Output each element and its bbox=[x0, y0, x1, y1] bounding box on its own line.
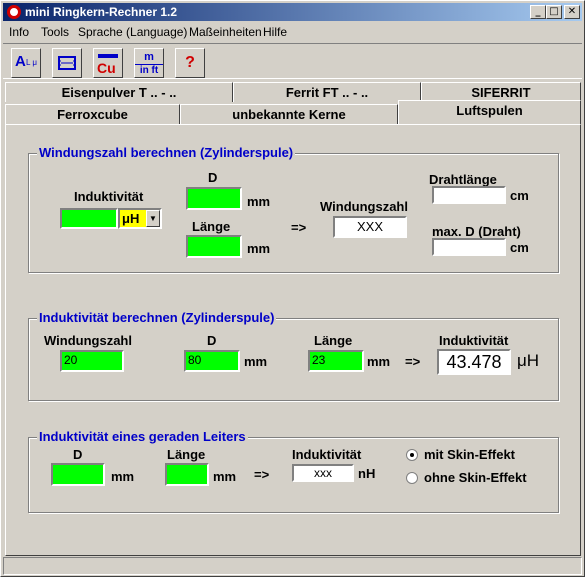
close-button[interactable]: ✕ bbox=[564, 5, 580, 19]
induct-input[interactable] bbox=[60, 208, 118, 229]
induct3-label: Induktivität bbox=[292, 447, 362, 462]
group-induktivitaet-title: Induktivität berechnen (Zylinderspule) bbox=[37, 310, 277, 325]
turns2-label: Windungszahl bbox=[44, 333, 132, 348]
induct3-output: xxx bbox=[292, 464, 354, 482]
menu-units[interactable]: Maßeinheiten bbox=[189, 25, 262, 39]
chevron-down-icon[interactable]: ▼ bbox=[146, 210, 160, 227]
tab-ferrit[interactable]: Ferrit FT .. - .. bbox=[233, 82, 421, 102]
menu-info[interactable]: Info bbox=[9, 25, 29, 39]
title-bar[interactable]: mini Ringkern-Rechner 1.2 _ □ ✕ bbox=[3, 3, 582, 21]
length-input[interactable] bbox=[186, 235, 242, 258]
length2-input[interactable]: 23 bbox=[308, 350, 364, 372]
menu-language[interactable]: Sprache (Language) bbox=[78, 25, 187, 39]
length-unit: mm bbox=[247, 241, 271, 256]
length3-unit: mm bbox=[213, 469, 237, 484]
length2-unit: mm bbox=[367, 354, 391, 369]
tab-unbekannte-kerne[interactable]: unbekannte Kerne bbox=[180, 104, 398, 124]
d2-label: D bbox=[207, 333, 217, 348]
tab-luftspulen[interactable]: Luftspulen bbox=[398, 100, 581, 124]
d3-unit: mm bbox=[111, 469, 135, 484]
copper-bar bbox=[98, 54, 118, 58]
app-window: mini Ringkern-Rechner 1.2 _ □ ✕ Info Too… bbox=[0, 0, 585, 577]
ring-calc-sub: L μ bbox=[26, 58, 37, 67]
turns2-input[interactable]: 20 bbox=[60, 350, 124, 372]
menu-help[interactable]: Hilfe bbox=[263, 25, 287, 39]
wire-length-label: Drahtlänge bbox=[429, 172, 497, 187]
induct2-label: Induktivität bbox=[439, 333, 509, 348]
group-induktivitaet: Induktivität berechnen (Zylinderspule) W… bbox=[28, 310, 559, 401]
window-title: mini Ringkern-Rechner 1.2 bbox=[25, 5, 178, 19]
tab-row-2: Ferroxcube unbekannte Kerne Luftspulen bbox=[5, 100, 581, 124]
induct2-output: 43.478 bbox=[437, 349, 511, 375]
units-icon-top: m bbox=[144, 51, 154, 63]
length-label: Länge bbox=[192, 219, 231, 234]
radio-skin-effect-label[interactable]: mit Skin-Effekt bbox=[424, 447, 515, 462]
turns-label: Windungszahl bbox=[320, 199, 408, 214]
unit-select[interactable]: μH ▼ bbox=[118, 208, 162, 229]
induct-label: Induktivität bbox=[74, 189, 144, 204]
copper-wire-button[interactable]: Cu bbox=[93, 48, 123, 78]
d-unit: mm bbox=[247, 194, 271, 209]
arrow-label: => bbox=[291, 220, 307, 235]
d2-unit: mm bbox=[244, 354, 268, 369]
group-gerader-leiter-title: Induktivität eines geraden Leiters bbox=[37, 429, 248, 444]
d-input[interactable] bbox=[186, 187, 242, 210]
group-gerader-leiter: Induktivität eines geraden Leiters D mm … bbox=[28, 429, 559, 513]
length2-label: Länge bbox=[314, 333, 353, 348]
wire-length-output bbox=[432, 186, 506, 204]
copper-icon: Cu bbox=[97, 60, 116, 76]
d2-input[interactable]: 80 bbox=[184, 350, 240, 372]
length3-input[interactable] bbox=[165, 463, 209, 486]
status-bar bbox=[3, 557, 582, 575]
length3-label: Länge bbox=[167, 447, 206, 462]
max-d-unit: cm bbox=[510, 240, 529, 255]
max-d-label: max. D (Draht) bbox=[432, 224, 521, 239]
units-icon-bottom: in ft bbox=[135, 64, 163, 76]
maximize-button[interactable]: □ bbox=[546, 5, 562, 19]
group-windungszahl-title: Windungszahl berechnen (Zylinderspule) bbox=[37, 145, 296, 160]
radio-no-skin-effect[interactable] bbox=[406, 472, 418, 484]
d-label: D bbox=[208, 170, 218, 185]
help-button[interactable]: ? bbox=[175, 48, 205, 78]
tab-siferrit[interactable]: SIFERRIT bbox=[421, 82, 581, 102]
induct2-unit: μH bbox=[517, 351, 540, 370]
tab-eisenpulver[interactable]: Eisenpulver T .. - .. bbox=[5, 82, 233, 102]
coil-icon bbox=[58, 56, 76, 70]
arrow2-label: => bbox=[405, 354, 421, 369]
help-icon: ? bbox=[185, 54, 195, 71]
group-windungszahl: Windungszahl berechnen (Zylinderspule) I… bbox=[28, 145, 559, 273]
menu-tools[interactable]: Tools bbox=[41, 25, 69, 39]
radio-skin-effect[interactable] bbox=[406, 449, 418, 461]
units-button[interactable]: m in ft bbox=[134, 48, 164, 78]
unit-select-value: μH bbox=[122, 211, 140, 226]
inductance-calc-button[interactable]: A L μ bbox=[11, 48, 41, 78]
ring-calc-icon: A bbox=[15, 53, 26, 70]
tab-panel: Windungszahl berechnen (Zylinderspule) I… bbox=[5, 124, 581, 556]
d3-input[interactable] bbox=[51, 463, 105, 486]
tab-ferroxcube[interactable]: Ferroxcube bbox=[5, 104, 180, 124]
radio-no-skin-effect-label[interactable]: ohne Skin-Effekt bbox=[424, 470, 527, 485]
minimize-button[interactable]: _ bbox=[530, 5, 546, 19]
turns-output: XXX bbox=[333, 216, 407, 238]
d3-label: D bbox=[73, 447, 83, 462]
menu-bar: Info Tools Sprache (Language) Maßeinheit… bbox=[3, 23, 582, 41]
tab-row-1: Eisenpulver T .. - .. Ferrit FT .. - .. … bbox=[5, 82, 581, 102]
induct3-unit: nH bbox=[358, 466, 376, 481]
toolbar: A L μ Cu m in ft ? bbox=[3, 43, 582, 79]
coil-button[interactable] bbox=[52, 48, 82, 78]
max-d-output bbox=[432, 238, 506, 256]
app-ring-icon bbox=[7, 5, 21, 19]
arrow3-label: => bbox=[254, 467, 270, 482]
wire-length-unit: cm bbox=[510, 188, 529, 203]
